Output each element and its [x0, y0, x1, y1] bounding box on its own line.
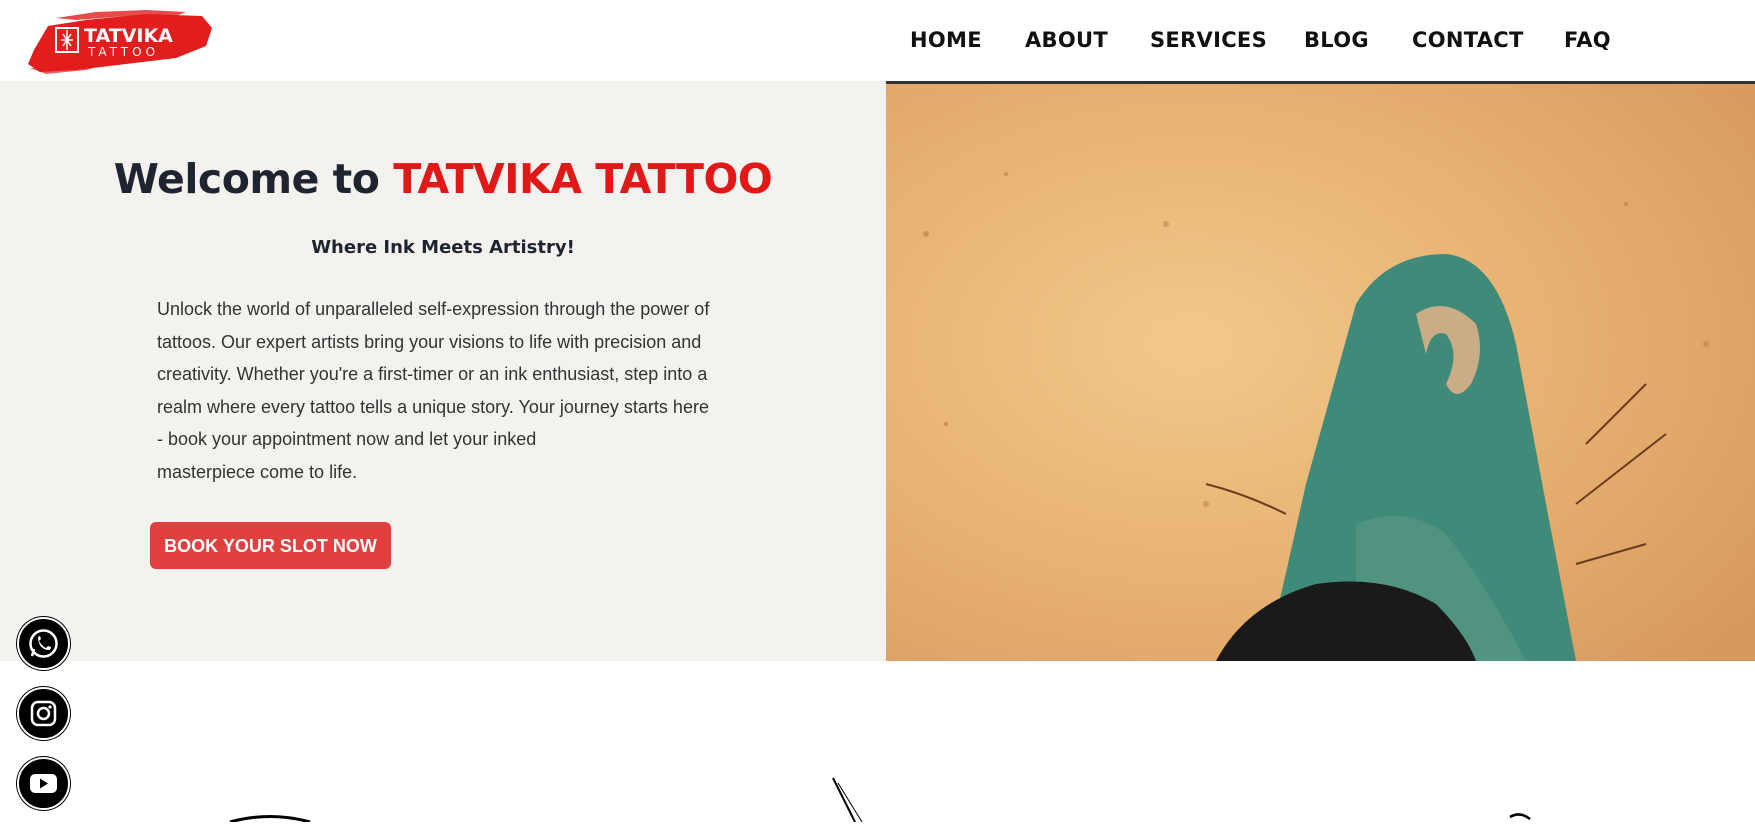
intro-line: Unlock the world of unparalleled self-ex… [157, 299, 710, 319]
intro-line: tattoos. Our expert artists bring your v… [157, 331, 702, 352]
services-sketches [0, 661, 1755, 824]
hero-tattoo-image [886, 81, 1755, 661]
nav-contact[interactable]: CONTACT [1412, 28, 1524, 52]
welcome-brand: TATVIKA TATTOO [393, 155, 773, 203]
intro-line: creativity. Whether you're a first-timer… [157, 364, 708, 384]
nav-blog[interactable]: BLOG [1304, 28, 1369, 52]
book-slot-button[interactable]: BOOK YOUR SLOT NOW [150, 522, 391, 569]
intro-line: masterpiece come to life. [157, 461, 358, 482]
hero-title: Welcome to TATVIKA TATTOO [0, 155, 886, 203]
nav-home[interactable]: HOME [910, 28, 982, 52]
site-header: TATVIKA TATTOO HOME ABOUT SERVICES BLOG … [0, 0, 1755, 81]
intro-line: - book your appointment now and let your… [157, 429, 537, 449]
nav-faq[interactable]: FAQ [1564, 28, 1611, 52]
hero-intro: Unlock the world of unparalleled self-ex… [157, 293, 737, 488]
welcome-prefix: Welcome to [113, 155, 394, 203]
hero-section: Welcome to TATVIKA TATTOO Where Ink Meet… [0, 81, 886, 661]
hero-tagline: Where Ink Meets Artistry! [311, 237, 575, 258]
nav-about[interactable]: ABOUT [1025, 28, 1108, 52]
tattoo-photo-illustration [886, 84, 1755, 661]
nav-services[interactable]: SERVICES [1150, 28, 1267, 52]
main-nav: HOME ABOUT SERVICES BLOG CONTACT FAQ [0, 28, 1755, 58]
decorative-sketch-lines [229, 777, 1531, 824]
intro-line: realm where every tattoo tells a unique … [157, 396, 709, 417]
